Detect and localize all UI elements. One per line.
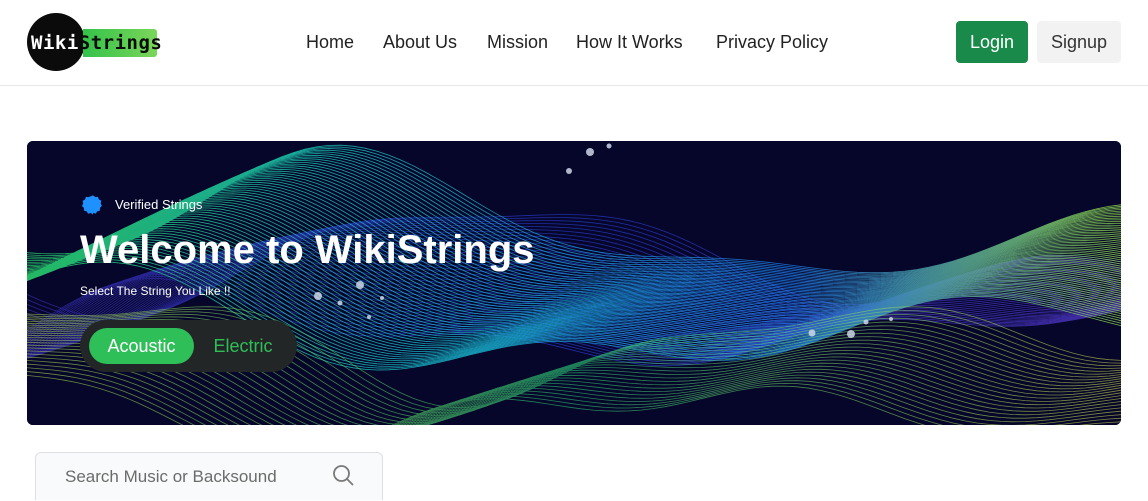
search-input[interactable] (36, 453, 326, 501)
nav-about-us[interactable]: About Us (383, 30, 457, 54)
nav-how-it-works[interactable]: How It Works (576, 30, 683, 54)
logo-text: WikiStrings (31, 30, 162, 56)
verified-badge: Verified Strings (82, 195, 202, 215)
hero-subtitle: Select The String You Like !! (80, 284, 231, 298)
nav-mission[interactable]: Mission (487, 30, 548, 54)
toggle-acoustic[interactable]: Acoustic (89, 328, 194, 364)
top-navbar: WikiStrings Home About Us Mission How It… (0, 0, 1148, 86)
nav-home[interactable]: Home (306, 30, 354, 54)
logo-text-dark: Strings (78, 32, 163, 54)
login-button[interactable]: Login (956, 21, 1028, 63)
hero-title: Welcome to WikiStrings (80, 228, 535, 272)
string-type-toggle: Acoustic Electric (80, 320, 297, 372)
verified-badge-icon (82, 195, 102, 215)
hero-banner: Verified Strings Welcome to WikiStrings … (27, 141, 1121, 425)
search-icon[interactable] (331, 463, 355, 487)
toggle-electric[interactable]: Electric (198, 328, 288, 364)
wikistrings-logo[interactable]: WikiStrings (27, 13, 162, 71)
signup-button[interactable]: Signup (1037, 21, 1121, 63)
logo-text-white: Wiki (31, 32, 79, 54)
nav-privacy-policy[interactable]: Privacy Policy (716, 30, 828, 54)
verified-badge-text: Verified Strings (115, 197, 203, 212)
